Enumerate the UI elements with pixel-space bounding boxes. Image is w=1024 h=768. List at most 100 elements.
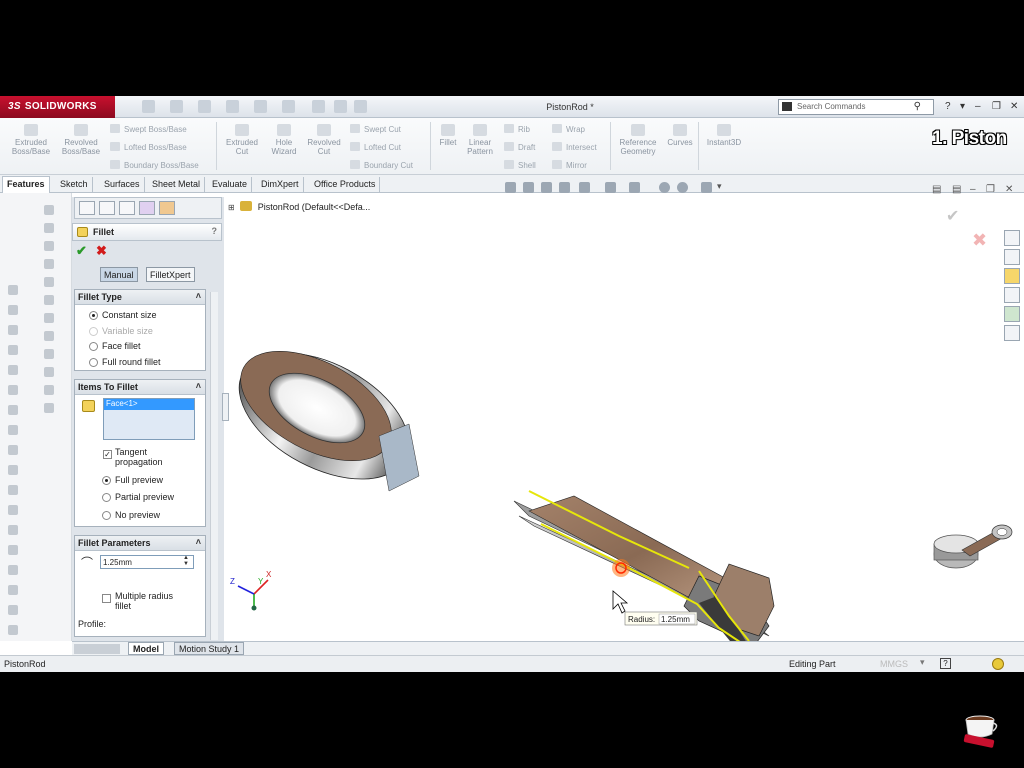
radio-button[interactable] bbox=[89, 358, 98, 367]
extruded-boss-button[interactable]: Extruded Boss/Base bbox=[8, 124, 54, 156]
manual-mode-button[interactable]: Manual bbox=[100, 267, 138, 282]
tab-motion-study-1[interactable]: Motion Study 1 bbox=[174, 642, 245, 655]
tree-root-label[interactable]: PistonRod (Default<<Defa... bbox=[258, 202, 371, 212]
units-dropdown-icon[interactable]: ▾ bbox=[920, 657, 925, 668]
viewport-restore-icon[interactable]: ❐ bbox=[986, 184, 995, 195]
view-settings-icon[interactable] bbox=[701, 182, 712, 193]
draft-button[interactable]: Draft bbox=[504, 142, 535, 152]
tab-dimxpert[interactable]: DimXpert bbox=[257, 177, 304, 192]
tile-horizontal-icon[interactable]: ▤ bbox=[932, 184, 941, 195]
swept-cut-button[interactable]: Swept Cut bbox=[350, 124, 401, 134]
linear-pattern-button[interactable]: Linear Pattern bbox=[462, 124, 498, 156]
select-icon[interactable] bbox=[282, 100, 295, 113]
tangent-propagation-checkbox[interactable]: ✓ bbox=[103, 450, 112, 459]
feature-manager-tab-icon[interactable] bbox=[79, 201, 95, 215]
tab-sheet-metal[interactable]: Sheet Metal bbox=[148, 177, 206, 192]
group-header[interactable]: Fillet Parameters ˄ bbox=[75, 536, 205, 551]
wrap-button[interactable]: Wrap bbox=[552, 124, 585, 134]
zoom-to-fit-icon[interactable] bbox=[505, 182, 516, 193]
edit-appearance-icon[interactable] bbox=[659, 182, 670, 193]
restore-icon[interactable]: ❐ bbox=[992, 101, 1001, 112]
boundary-boss-button[interactable]: Boundary Boss/Base bbox=[110, 160, 199, 170]
multiple-radius-checkbox[interactable] bbox=[102, 594, 111, 603]
toolbar-icon[interactable] bbox=[8, 465, 18, 475]
toolbar-icon[interactable] bbox=[8, 505, 18, 515]
confirm-ok-icon[interactable]: ✔ bbox=[946, 206, 959, 226]
shell-button[interactable]: Shell bbox=[504, 160, 536, 170]
confirm-cancel-icon[interactable]: ✖ bbox=[972, 230, 987, 251]
toolbar-icon[interactable] bbox=[8, 605, 18, 615]
toolbar-icon[interactable] bbox=[44, 223, 54, 233]
design-library-icon[interactable] bbox=[1004, 249, 1020, 265]
toolbar-icon[interactable] bbox=[44, 241, 54, 251]
toolbar-icon[interactable] bbox=[8, 565, 18, 575]
tab-sketch[interactable]: Sketch bbox=[56, 177, 93, 192]
toolbar-icon[interactable] bbox=[8, 365, 18, 375]
intersect-button[interactable]: Intersect bbox=[552, 142, 597, 152]
toolbar-icon[interactable] bbox=[44, 367, 54, 377]
file-properties-icon[interactable] bbox=[334, 100, 347, 113]
panel-collapse-handle[interactable] bbox=[222, 393, 229, 421]
toolbar-icon[interactable] bbox=[8, 325, 18, 335]
toolbar-icon[interactable] bbox=[44, 385, 54, 395]
hide-show-items-icon[interactable] bbox=[629, 182, 640, 193]
partial-preview-radio[interactable]: Partial preview bbox=[102, 492, 174, 502]
toolbar-icon[interactable] bbox=[8, 545, 18, 555]
search-commands-field[interactable]: Search Commands ⚲ bbox=[778, 99, 934, 115]
collapse-icon[interactable]: ˄ bbox=[196, 537, 201, 547]
curves-button[interactable]: Curves bbox=[664, 124, 696, 147]
radio-button[interactable] bbox=[102, 476, 111, 485]
tab-evaluate[interactable]: Evaluate bbox=[208, 177, 253, 192]
toolbar-icon[interactable] bbox=[8, 385, 18, 395]
toolbar-icon[interactable] bbox=[8, 285, 18, 295]
chevron-down-icon[interactable]: ▾ bbox=[717, 181, 722, 192]
radio-button[interactable] bbox=[102, 493, 111, 502]
toolbar-icon[interactable] bbox=[44, 205, 54, 215]
full-preview-radio[interactable]: Full preview bbox=[102, 475, 163, 485]
close-icon[interactable]: ✕ bbox=[1010, 101, 1018, 112]
toolbar-icon[interactable] bbox=[44, 277, 54, 287]
status-units[interactable]: MMGS bbox=[880, 659, 908, 669]
extruded-cut-button[interactable]: Extruded Cut bbox=[220, 124, 264, 156]
revolved-boss-button[interactable]: Revolved Boss/Base bbox=[58, 124, 104, 156]
zoom-to-area-icon[interactable] bbox=[523, 182, 534, 193]
dimxpert-manager-tab-icon[interactable] bbox=[139, 201, 155, 215]
model-viewport[interactable]: Radius: 1.25mm bbox=[229, 306, 789, 646]
save-icon[interactable] bbox=[198, 100, 211, 113]
toolbar-icon[interactable] bbox=[44, 331, 54, 341]
group-header[interactable]: Fillet Type ˄ bbox=[75, 290, 205, 305]
view-orientation-icon[interactable] bbox=[579, 182, 590, 193]
boundary-cut-button[interactable]: Boundary Cut bbox=[350, 160, 413, 170]
radius-callout[interactable]: Radius: 1.25mm bbox=[624, 611, 698, 626]
toolbar-icon[interactable] bbox=[44, 403, 54, 413]
toolbar-icon[interactable] bbox=[44, 349, 54, 359]
toolbar-icon[interactable] bbox=[8, 585, 18, 595]
tab-model[interactable]: Model bbox=[128, 642, 164, 655]
toolbar-icon[interactable] bbox=[8, 445, 18, 455]
instant3d-button[interactable]: Instant3D bbox=[702, 124, 746, 147]
home-icon[interactable] bbox=[1004, 230, 1020, 246]
property-manager-tab-icon[interactable] bbox=[99, 201, 115, 215]
help-icon[interactable]: ? bbox=[945, 101, 951, 112]
print-icon[interactable] bbox=[226, 100, 239, 113]
lofted-cut-button[interactable]: Lofted Cut bbox=[350, 142, 401, 152]
rebuild-status-icon[interactable] bbox=[992, 658, 1004, 670]
rebuild-icon[interactable] bbox=[312, 100, 325, 113]
viewport-close-icon[interactable]: ✕ bbox=[1005, 184, 1013, 195]
view-palette-icon[interactable] bbox=[1004, 287, 1020, 303]
swept-boss-button[interactable]: Swept Boss/Base bbox=[110, 124, 187, 134]
viewport-minimize-icon[interactable]: – bbox=[970, 184, 976, 195]
list-item[interactable]: Face<1> bbox=[104, 399, 194, 410]
toolbar-icon[interactable] bbox=[8, 345, 18, 355]
reference-geometry-button[interactable]: Reference Geometry bbox=[614, 124, 662, 156]
revolved-cut-button[interactable]: Revolved Cut bbox=[302, 124, 346, 156]
group-header[interactable]: Items To Fillet ˄ bbox=[75, 380, 205, 395]
previous-view-icon[interactable] bbox=[541, 182, 552, 193]
rib-button[interactable]: Rib bbox=[504, 124, 530, 134]
spin-arrows-icon[interactable]: ▲ ▼ bbox=[183, 555, 189, 567]
custom-properties-icon[interactable] bbox=[1004, 325, 1020, 341]
tab-surfaces[interactable]: Surfaces bbox=[100, 177, 145, 192]
tab-office-products[interactable]: Office Products bbox=[310, 177, 381, 192]
radius-input[interactable]: 1.25mm bbox=[100, 555, 194, 569]
face-fillet-radio[interactable]: Face fillet bbox=[89, 341, 141, 351]
